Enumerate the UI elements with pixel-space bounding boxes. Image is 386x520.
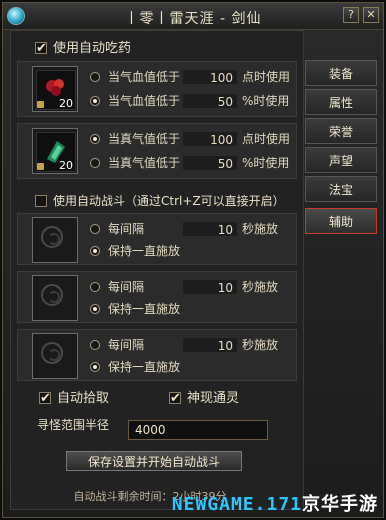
divine-option[interactable]: 神现通灵 — [169, 389, 239, 409]
skill2-keep-option[interactable]: 保持一直施放 — [90, 300, 180, 318]
skill1-interval-option[interactable]: 每间隔 — [90, 220, 144, 238]
tab-assist[interactable]: 辅助 — [305, 208, 377, 234]
auto-pickup-label: 自动拾取 — [57, 391, 110, 406]
hp-potion-count: 20 — [59, 97, 73, 110]
divine-label: 神现通灵 — [187, 391, 240, 406]
skill2-interval-option[interactable]: 每间隔 — [90, 278, 144, 296]
hp-percent-text: 当气血值低于 — [108, 94, 181, 108]
skill3-keep-option[interactable]: 保持一直施放 — [90, 358, 180, 376]
skill-slot-section-1: 每间隔 10 秒施放 保持一直施放 — [17, 213, 297, 265]
mp-potion-slot[interactable]: 20 — [32, 128, 78, 174]
watermark-cn: 京华手游 — [302, 494, 378, 515]
mp-potion-count: 20 — [59, 159, 73, 172]
hp-potion-section: 20 当气血值低于 100 点时使用 当气血值低于 50 %时使用 — [17, 61, 297, 117]
mp-option-points[interactable]: 当真气值低于 — [90, 130, 180, 148]
skill1-keep-option[interactable]: 保持一直施放 — [90, 242, 180, 260]
skill2-interval-value[interactable]: 10 — [182, 279, 238, 295]
hp-percent-radio[interactable] — [90, 96, 100, 106]
skill2-interval-radio[interactable] — [90, 282, 100, 292]
mp-option-percent[interactable]: 当真气值低于 — [90, 154, 180, 172]
mp-points-radio[interactable] — [90, 134, 100, 144]
mp-points-value[interactable]: 100 — [182, 131, 238, 147]
skill-slot-1[interactable] — [32, 217, 78, 263]
skill3-interval-value[interactable]: 10 — [182, 337, 238, 353]
hp-potion-slot[interactable]: 20 — [32, 66, 78, 112]
skill2-keep-radio[interactable] — [90, 304, 100, 314]
skill1-interval-unit: 秒施放 — [242, 222, 279, 236]
skill3-interval-option[interactable]: 每间隔 — [90, 336, 144, 354]
skill1-interval-text: 每间隔 — [108, 222, 145, 236]
hp-points-value[interactable]: 100 — [182, 69, 238, 85]
watermark: NEWGAME.171京华手游 — [172, 490, 378, 516]
hp-percent-value[interactable]: 50 — [182, 93, 238, 109]
auto-battle-row[interactable]: 使用自动战斗（通过Ctrl+Z可以直接开启） — [35, 191, 285, 211]
watermark-en: NEWGAME.171 — [171, 494, 302, 515]
skill-slot-section-3: 每间隔 10 秒施放 保持一直施放 — [17, 329, 297, 381]
auto-battle-label: 使用自动战斗（通过Ctrl+Z可以直接开启） — [53, 194, 285, 208]
auto-pickup-option[interactable]: 自动拾取 — [39, 389, 109, 409]
skill3-keep-text: 保持一直施放 — [108, 360, 181, 374]
skill-slot-2[interactable] — [32, 275, 78, 321]
hp-points-text: 当气血值低于 — [108, 70, 181, 84]
hp-percent-unit: %时使用 — [242, 94, 290, 108]
auto-battle-checkbox[interactable] — [35, 195, 47, 207]
save-and-start-button[interactable]: 保存设置并开始自动战斗 — [66, 451, 242, 471]
skill1-keep-text: 保持一直施放 — [108, 244, 181, 258]
hp-points-radio[interactable] — [90, 72, 100, 82]
skill2-interval-text: 每间隔 — [108, 280, 145, 294]
empty-skill-icon — [41, 284, 63, 306]
tab-honor[interactable]: 荣誉 — [305, 118, 377, 144]
auto-potion-row[interactable]: 使用自动吃药 — [35, 39, 131, 59]
mp-percent-value[interactable]: 50 — [182, 155, 238, 171]
skill3-interval-text: 每间隔 — [108, 338, 145, 352]
skill1-interval-radio[interactable] — [90, 224, 100, 234]
mp-percent-unit: %时使用 — [242, 156, 290, 170]
divine-checkbox[interactable] — [169, 389, 181, 409]
lock-icon — [37, 163, 44, 170]
skill3-interval-unit: 秒施放 — [242, 338, 279, 352]
lock-icon — [37, 101, 44, 108]
skill3-keep-radio[interactable] — [90, 362, 100, 372]
range-label: 寻怪范围半径 — [37, 418, 110, 432]
skill1-interval-value[interactable]: 10 — [182, 221, 238, 237]
empty-skill-icon — [41, 342, 63, 364]
tab-equipment[interactable]: 装备 — [305, 60, 377, 86]
skill1-keep-radio[interactable] — [90, 246, 100, 256]
window-title: 丨零丨雷天涯 - 剑仙 — [124, 11, 262, 27]
auto-potion-checkbox[interactable] — [35, 39, 47, 59]
help-button[interactable]: ? — [343, 7, 359, 23]
hp-option-points[interactable]: 当气血值低于 — [90, 68, 180, 86]
skill-slot-3[interactable] — [32, 333, 78, 379]
hp-option-percent[interactable]: 当气血值低于 — [90, 92, 180, 110]
empty-skill-icon — [41, 226, 63, 248]
skill3-interval-radio[interactable] — [90, 340, 100, 350]
auto-potion-label: 使用自动吃药 — [53, 41, 132, 56]
mp-points-text: 当真气值低于 — [108, 132, 181, 146]
tab-treasure[interactable]: 法宝 — [305, 176, 377, 202]
mp-percent-radio[interactable] — [90, 158, 100, 168]
skill2-keep-text: 保持一直施放 — [108, 302, 181, 316]
title-bar[interactable]: 丨零丨雷天涯 - 剑仙 ? ✕ — [3, 3, 383, 30]
hp-points-unit: 点时使用 — [242, 70, 291, 84]
mp-points-unit: 点时使用 — [242, 132, 291, 146]
mp-potion-section: 20 当真气值低于 100 点时使用 当真气值低于 50 %时使用 — [17, 123, 297, 179]
tab-reputation[interactable]: 声望 — [305, 147, 377, 173]
close-button[interactable]: ✕ — [363, 7, 379, 23]
tab-attributes[interactable]: 属性 — [305, 89, 377, 115]
search-range-input[interactable]: 4000 — [128, 420, 268, 440]
auto-pickup-checkbox[interactable] — [39, 389, 51, 409]
mp-percent-text: 当真气值低于 — [108, 156, 181, 170]
skill-slot-section-2: 每间隔 10 秒施放 保持一直施放 — [17, 271, 297, 323]
skill2-interval-unit: 秒施放 — [242, 280, 279, 294]
